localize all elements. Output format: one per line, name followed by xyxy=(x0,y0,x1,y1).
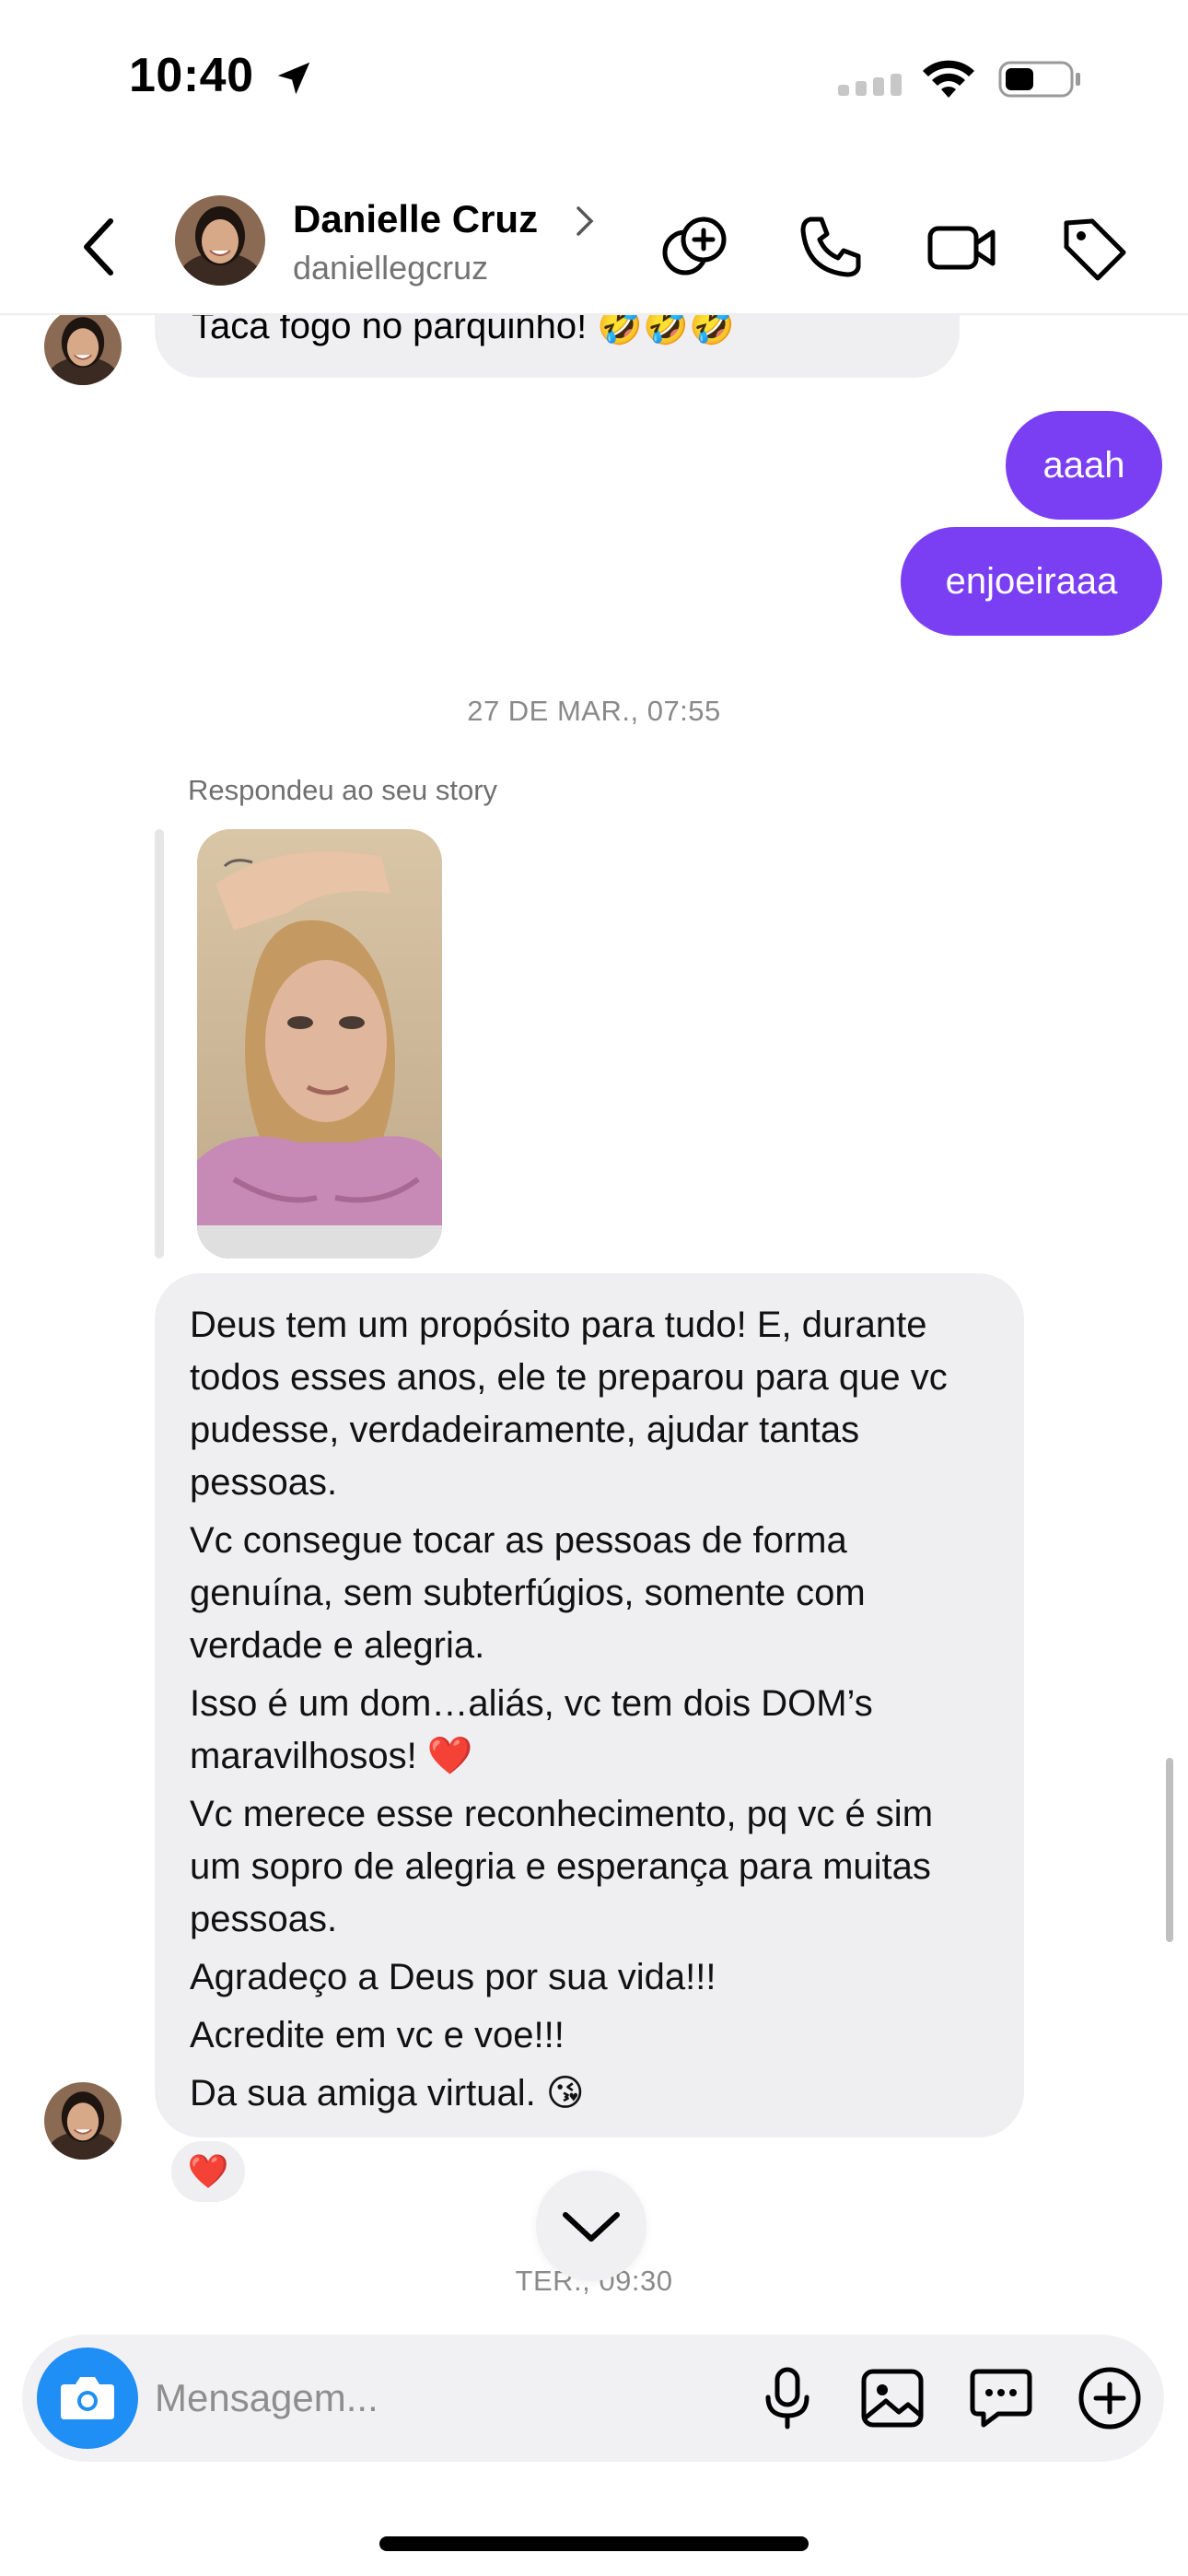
gallery-icon[interactable] xyxy=(856,2362,928,2434)
chevron-right-icon[interactable] xyxy=(573,203,597,240)
microphone-icon[interactable] xyxy=(751,2362,823,2434)
story-thumbnail[interactable] xyxy=(197,829,442,1259)
message-bubble-incoming[interactable]: Deus tem um propósito para tudo! E, dura… xyxy=(155,1273,1024,2137)
plus-icon[interactable] xyxy=(1074,2362,1146,2434)
message-text: enjoeiraaa xyxy=(945,560,1118,602)
video-icon[interactable] xyxy=(925,210,998,284)
status-bar: 10:40 xyxy=(0,0,1188,157)
stickers-icon[interactable] xyxy=(658,210,731,284)
reply-indicator-bar xyxy=(155,829,164,1259)
message-paragraph: Deus tem um propósito para tudo! E, dura… xyxy=(190,1305,948,1503)
message-composer xyxy=(22,2335,1164,2462)
message-bubble-outgoing[interactable]: enjoeiraaa xyxy=(901,527,1162,636)
message-paragraph: Da sua amiga virtual. 😘 xyxy=(190,2073,585,2113)
tag-icon[interactable] xyxy=(1057,210,1131,284)
contact-username: daniellegcruz xyxy=(293,249,489,287)
message-paragraph: Vc consegue tocar as pessoas de forma ge… xyxy=(190,1520,866,1666)
camera-button[interactable] xyxy=(37,2348,138,2449)
reaction-heart: ❤️ xyxy=(187,2152,229,2190)
avatar[interactable] xyxy=(44,2082,122,2160)
sticker-chat-icon[interactable] xyxy=(965,2362,1037,2434)
message-bubble-outgoing[interactable]: aaah xyxy=(1006,411,1162,520)
scroll-indicator[interactable] xyxy=(1166,1758,1173,1942)
chat-header: Danielle Cruz daniellegcruz xyxy=(0,175,1188,315)
scroll-to-bottom-button[interactable] xyxy=(536,2171,646,2281)
message-paragraph: Isso é um dom…aliás, vc tem dois DOM’s m… xyxy=(190,1683,873,1776)
message-reaction[interactable]: ❤️ xyxy=(168,2137,249,2206)
battery-icon xyxy=(998,61,1080,98)
location-arrow-icon xyxy=(277,62,310,95)
contact-name[interactable]: Danielle Cruz xyxy=(293,197,538,241)
phone-icon[interactable] xyxy=(794,210,868,284)
home-indicator[interactable] xyxy=(379,2536,809,2551)
status-time: 10:40 xyxy=(129,49,254,102)
camera-icon xyxy=(61,2377,114,2419)
message-paragraph: Acredite em vc e voe!!! xyxy=(190,2015,565,2055)
message-input[interactable] xyxy=(155,2366,689,2430)
message-paragraph: Agradeço a Deus por sua vida!!! xyxy=(190,1957,716,1997)
message-text: aaah xyxy=(1042,444,1125,486)
message-bubble-incoming[interactable]: Taca fogo no parquinho! 🤣🤣🤣 xyxy=(155,315,960,378)
story-reply-label: Respondeu ao seu story xyxy=(188,774,498,806)
chevron-down-icon xyxy=(563,2212,620,2242)
message-text: Taca fogo no parquinho! 🤣🤣🤣 xyxy=(192,315,735,346)
message-timestamp: 27 DE MAR., 07:55 xyxy=(467,695,721,727)
message-paragraph: Vc merece esse reconhecimento, pq vc é s… xyxy=(190,1794,934,1939)
cellular-signal-icon xyxy=(838,74,902,96)
chevron-left-icon[interactable] xyxy=(74,208,125,286)
chat-thread[interactable]: Taca fogo no parquinho! 🤣🤣🤣 aaah enjoeir… xyxy=(0,315,1188,2333)
wifi-icon xyxy=(923,60,974,98)
avatar[interactable] xyxy=(175,195,265,286)
avatar[interactable] xyxy=(44,315,122,385)
